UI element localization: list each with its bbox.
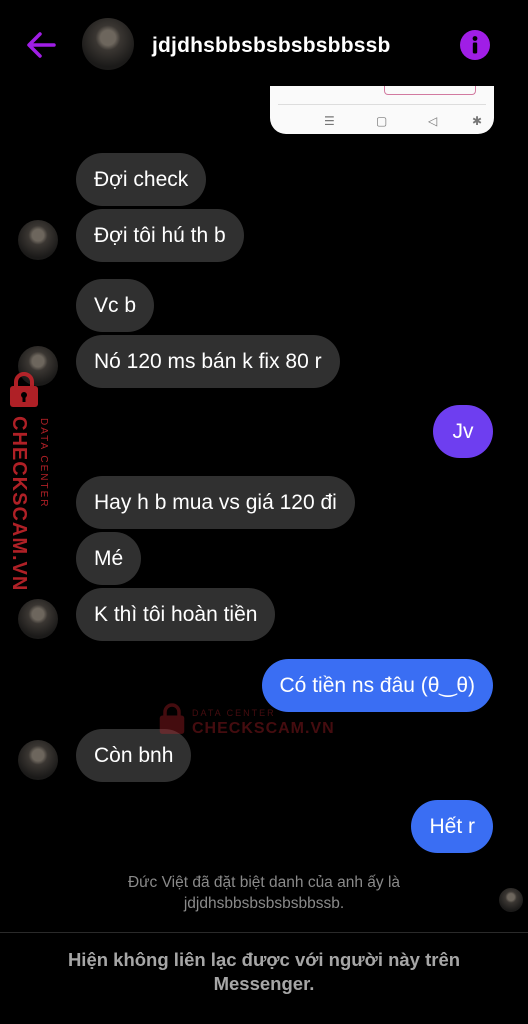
chat-header: jdjdhsbbsbsbsbsbbssb xyxy=(0,0,528,90)
watermark-vertical: CHECKSCAM.VN DATA CENTER xyxy=(4,372,60,602)
watermark-brand: CHECKSCAM.VN xyxy=(192,720,335,737)
message-bubble-incoming[interactable]: Đợi tôi hú th b xyxy=(76,209,244,262)
back-button[interactable] xyxy=(24,28,58,62)
watermark-center: DATA CENTER CHECKSCAM.VN xyxy=(158,702,358,742)
message-bubble-incoming[interactable]: Đợi check xyxy=(76,153,207,206)
watermark-subtitle: DATA CENTER xyxy=(192,708,276,718)
accessibility-icon: ✱ xyxy=(472,114,483,128)
message-bubble-incoming[interactable]: Hay h b mua vs giá 120 đi xyxy=(76,476,355,529)
message-bubble-incoming[interactable]: Vc b xyxy=(76,279,155,332)
seen-avatar xyxy=(499,888,523,912)
message-bubble-incoming[interactable]: K thì tôi hoàn tiền xyxy=(76,588,276,641)
message-bubble-outgoing[interactable]: Hết r xyxy=(411,800,493,853)
footer-divider xyxy=(0,932,528,933)
watermark-subtitle: DATA CENTER xyxy=(38,418,49,509)
messenger-chat-screen: jdjdhsbbsbsbsbsbbssb ☰ ▢ ◁ ✱ Đợi check Đ… xyxy=(0,0,528,1024)
contact-name[interactable]: jdjdhsbbsbsbsbsbbssb xyxy=(152,34,391,58)
menu-icon: ☰ xyxy=(324,114,335,128)
message-bubble-incoming[interactable]: Mé xyxy=(76,532,142,585)
home-square-icon: ▢ xyxy=(376,114,388,128)
info-icon xyxy=(472,36,478,54)
back-triangle-icon: ◁ xyxy=(428,114,438,128)
lock-icon xyxy=(159,703,185,734)
sender-avatar[interactable] xyxy=(18,599,58,639)
contact-avatar[interactable] xyxy=(82,18,134,70)
nickname-change-note: Đức Việt đã đặt biệt danh của anh ấy là … xyxy=(127,874,401,912)
message-bubble-outgoing[interactable]: Jv xyxy=(433,405,493,458)
image-content-box xyxy=(384,86,476,95)
unavailable-notice: Hiện không liên lạc được với người này t… xyxy=(67,949,461,994)
message-bubble-incoming[interactable]: Nó 120 ms bán k fix 80 r xyxy=(76,335,340,388)
lock-icon xyxy=(10,372,38,407)
info-button[interactable] xyxy=(460,30,490,60)
sender-avatar[interactable] xyxy=(18,220,58,260)
sender-avatar[interactable] xyxy=(18,740,58,780)
watermark-brand: CHECKSCAM.VN xyxy=(8,416,30,592)
arrow-left-icon xyxy=(27,32,56,58)
shared-image-preview[interactable]: ☰ ▢ ◁ ✱ xyxy=(270,86,494,134)
